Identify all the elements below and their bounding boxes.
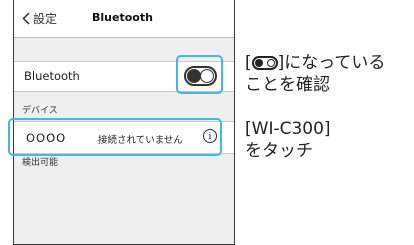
step2-line1: [WI-C300]: [245, 119, 331, 139]
back-label: 設定: [33, 12, 58, 26]
chevron-left-icon: [22, 12, 30, 25]
bluetooth-label: Bluetooth: [24, 69, 80, 83]
step1-prefix: [: [245, 53, 252, 73]
device-highlight-box: [8, 118, 222, 156]
toggle-highlight-box: [176, 55, 223, 94]
step1-line2: ことを確認: [245, 75, 330, 95]
instruction-step-1: [ ]になっている ことを確認: [245, 52, 385, 96]
toggle-on-icon: [251, 56, 278, 70]
step2-line2: をタッチ: [245, 141, 313, 161]
step1-suffix: ]になっている: [277, 53, 386, 73]
navigation-bar: 設定 Bluetooth: [14, 0, 234, 38]
back-button[interactable]: 設定: [22, 10, 57, 27]
devices-section-header: デバイス: [22, 106, 58, 116]
page-title: Bluetooth: [92, 11, 153, 24]
discoverable-section-header: 検出可能: [22, 158, 59, 168]
instruction-step-2: [WI-C300] をタッチ: [245, 118, 331, 162]
